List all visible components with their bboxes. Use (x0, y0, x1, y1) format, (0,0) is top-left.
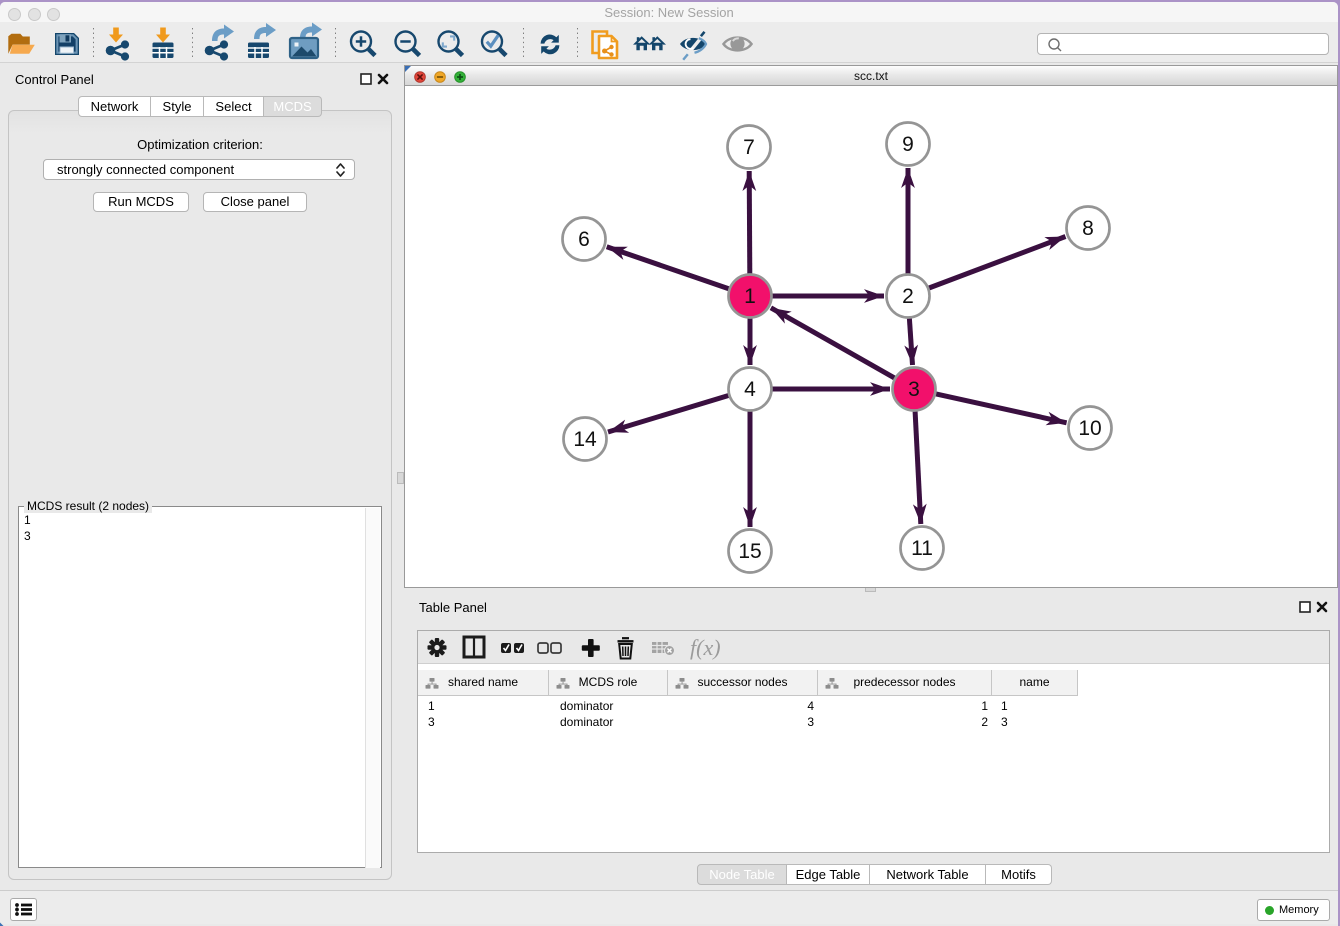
svg-text:1: 1 (744, 285, 756, 308)
svg-text:8: 8 (1082, 217, 1094, 240)
svg-text:3: 3 (908, 378, 920, 401)
svg-text:4: 4 (744, 378, 756, 401)
svg-text:10: 10 (1078, 417, 1101, 440)
svg-text:11: 11 (911, 537, 933, 560)
svg-text:2: 2 (902, 285, 914, 308)
svg-text:7: 7 (743, 136, 755, 159)
svg-text:9: 9 (902, 133, 914, 156)
svg-text:15: 15 (738, 540, 761, 563)
svg-text:f(x): f(x) (690, 635, 721, 660)
svg-text:14: 14 (573, 428, 597, 451)
svg-text:6: 6 (578, 228, 590, 251)
